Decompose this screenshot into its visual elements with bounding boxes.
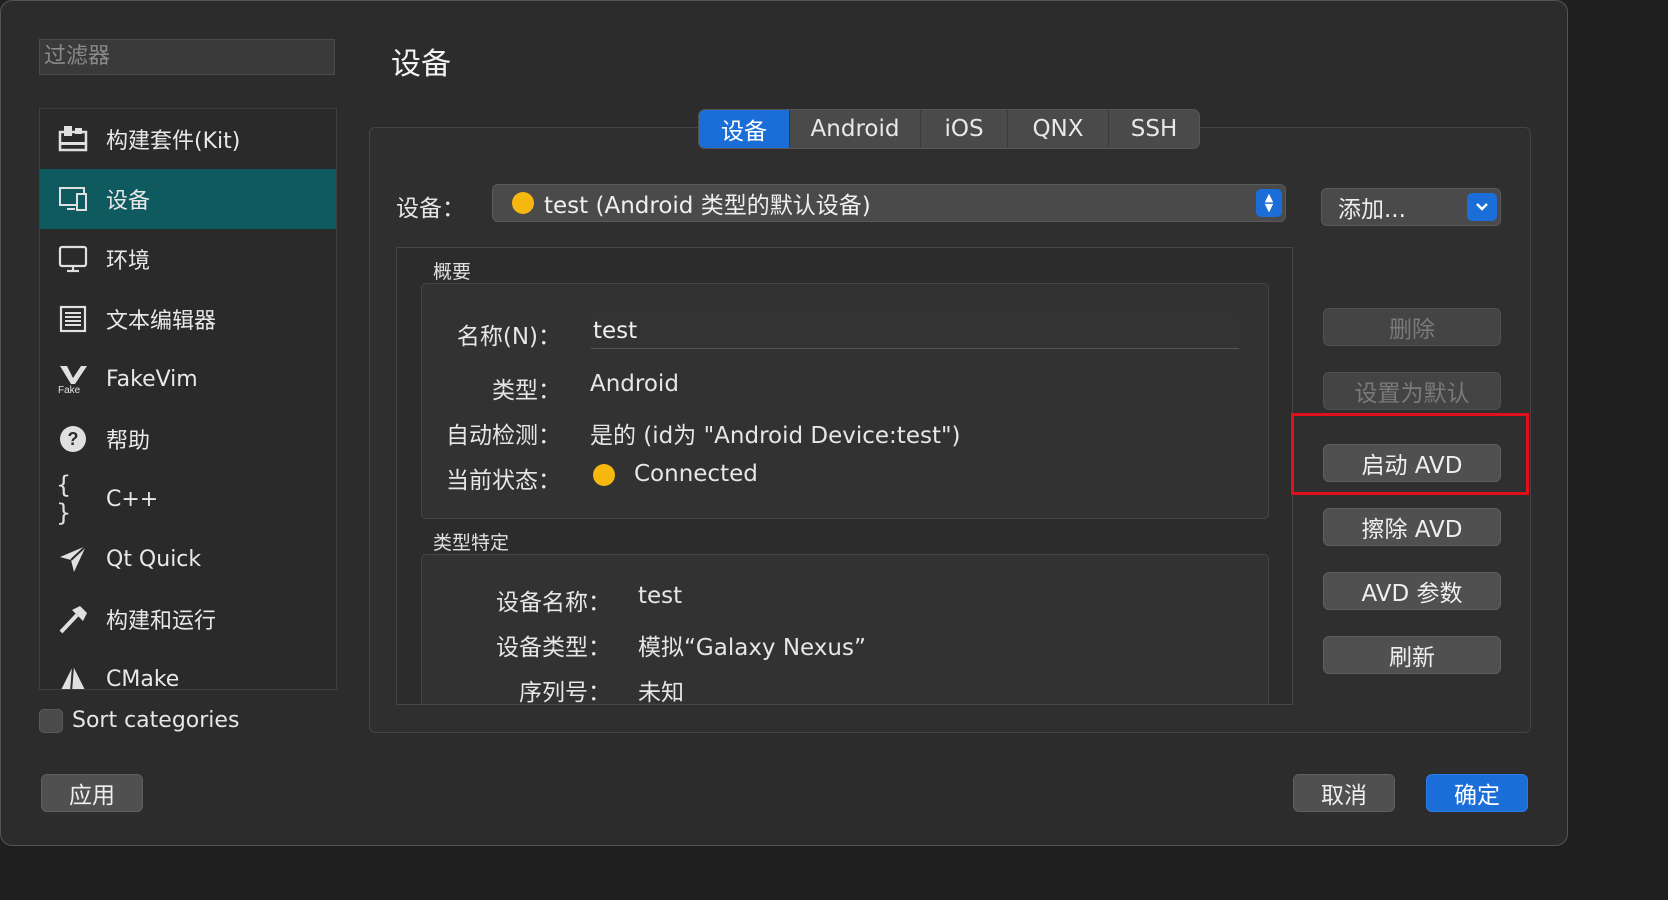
sidebar-item-label: 设备 — [106, 189, 151, 214]
tab-ios[interactable]: iOS — [921, 110, 1008, 148]
auto-detect-value: 是的 (id为 "Android Device:test") — [590, 423, 961, 449]
qtquick-icon — [56, 542, 90, 576]
text-editor-icon — [56, 302, 90, 336]
hammer-icon — [56, 602, 90, 636]
sidebar-item-kit[interactable]: 构建套件(Kit) — [40, 109, 336, 169]
tab-ssh[interactable]: SSH — [1109, 110, 1199, 148]
device-name-label: 设备名称： — [496, 590, 611, 616]
sidebar-item-label: FakeVim — [106, 366, 198, 392]
braces-icon: { } — [56, 471, 72, 527]
sidebar-item-text-editor[interactable]: 文本编辑器 — [40, 289, 336, 349]
sidebar-item-label: 环境 — [106, 249, 151, 274]
apply-button[interactable]: 应用 — [41, 774, 143, 812]
status-dot-icon — [593, 464, 615, 486]
device-label: 设备： — [396, 196, 465, 222]
auto-detect-label: 自动检测： — [446, 423, 561, 449]
sidebar-item-label: C++ — [106, 486, 159, 512]
page-title: 设备 — [391, 47, 451, 82]
status-label: 当前状态： — [446, 468, 561, 494]
chevron-down-icon — [1467, 193, 1497, 221]
status-dot-icon — [512, 192, 534, 214]
sidebar-item-cpp[interactable]: { } C++ — [40, 469, 336, 529]
sidebar-item-label: 文本编辑器 — [106, 309, 217, 334]
device-select-value: test (Android 类型的默认设备) — [544, 193, 871, 219]
tab-qnx[interactable]: QNX — [1008, 110, 1109, 148]
device-type-label: 设备类型： — [496, 635, 611, 661]
svg-text:?: ? — [68, 429, 79, 449]
device-icon — [56, 182, 90, 216]
kit-icon — [56, 122, 90, 156]
checkbox-box[interactable] — [39, 708, 63, 733]
sidebar-item-label: 构建和运行 — [106, 609, 217, 634]
delete-button[interactable]: 删除 — [1323, 308, 1501, 346]
sidebar-item-label: 帮助 — [106, 429, 151, 454]
sidebar-item-label: Qt Quick — [106, 546, 202, 572]
sidebar-item-fakevim[interactable]: Fake FakeVim — [40, 349, 336, 409]
tab-android[interactable]: Android — [790, 110, 921, 148]
sidebar-item-label: CMake — [106, 666, 180, 690]
sidebar-item-build-run[interactable]: 构建和运行 — [40, 589, 336, 649]
category-sidebar: 构建套件(Kit) 设备 环境 文本编辑器 Fake FakeVim ? 帮助 … — [39, 108, 337, 690]
filter-input[interactable]: 过滤器 — [39, 39, 335, 75]
device-select[interactable]: test (Android 类型的默认设备) ▲ ▼ — [492, 184, 1286, 222]
avd-params-button[interactable]: AVD 参数 — [1323, 572, 1501, 610]
sidebar-item-qtquick[interactable]: Qt Quick — [40, 529, 336, 589]
sidebar-item-devices[interactable]: 设备 — [40, 169, 336, 229]
fakevim-icon: Fake — [56, 362, 90, 396]
sidebar-item-label: 构建套件(Kit) — [106, 129, 241, 154]
add-button-label: 添加... — [1338, 197, 1406, 223]
preferences-window: 过滤器 构建套件(Kit) 设备 环境 文本编辑器 Fake FakeVim ?… — [0, 0, 1568, 846]
add-device-button[interactable]: 添加... — [1321, 188, 1501, 226]
sidebar-item-cmake[interactable]: CMake — [40, 649, 336, 690]
name-input[interactable]: test — [591, 313, 1239, 349]
summary-group-title: 概要 — [433, 261, 472, 283]
wipe-avd-button[interactable]: 擦除 AVD — [1323, 508, 1501, 546]
tab-devices[interactable]: 设备 — [699, 110, 790, 148]
type-value: Android — [590, 371, 679, 397]
type-label: 类型： — [492, 378, 561, 404]
svg-text:Fake: Fake — [58, 385, 81, 394]
device-type-value: 模拟“Galaxy Nexus” — [638, 635, 866, 661]
help-icon: ? — [56, 422, 90, 456]
sidebar-item-help[interactable]: ? 帮助 — [40, 409, 336, 469]
cmake-icon — [56, 662, 90, 689]
sidebar-item-environment[interactable]: 环境 — [40, 229, 336, 289]
status-value: Connected — [634, 461, 758, 487]
ok-button[interactable]: 确定 — [1426, 774, 1528, 812]
cancel-button[interactable]: 取消 — [1293, 774, 1395, 812]
device-tabs: 设备 Android iOS QNX SSH — [698, 109, 1200, 149]
type-specific-group-title: 类型特定 — [433, 532, 510, 554]
set-default-button[interactable]: 设置为默认 — [1323, 372, 1501, 410]
refresh-button[interactable]: 刷新 — [1323, 636, 1501, 674]
annotation-highlight-box — [1291, 413, 1529, 495]
sort-categories-checkbox[interactable]: Sort categories — [39, 708, 239, 733]
device-name-value: test — [638, 583, 683, 609]
serial-label: 序列号： — [519, 680, 611, 706]
sort-categories-label: Sort categories — [72, 708, 240, 733]
monitor-icon — [56, 242, 90, 276]
updown-arrows-icon: ▲ ▼ — [1256, 189, 1282, 217]
serial-value: 未知 — [638, 680, 684, 706]
name-label: 名称(N)： — [456, 324, 561, 350]
